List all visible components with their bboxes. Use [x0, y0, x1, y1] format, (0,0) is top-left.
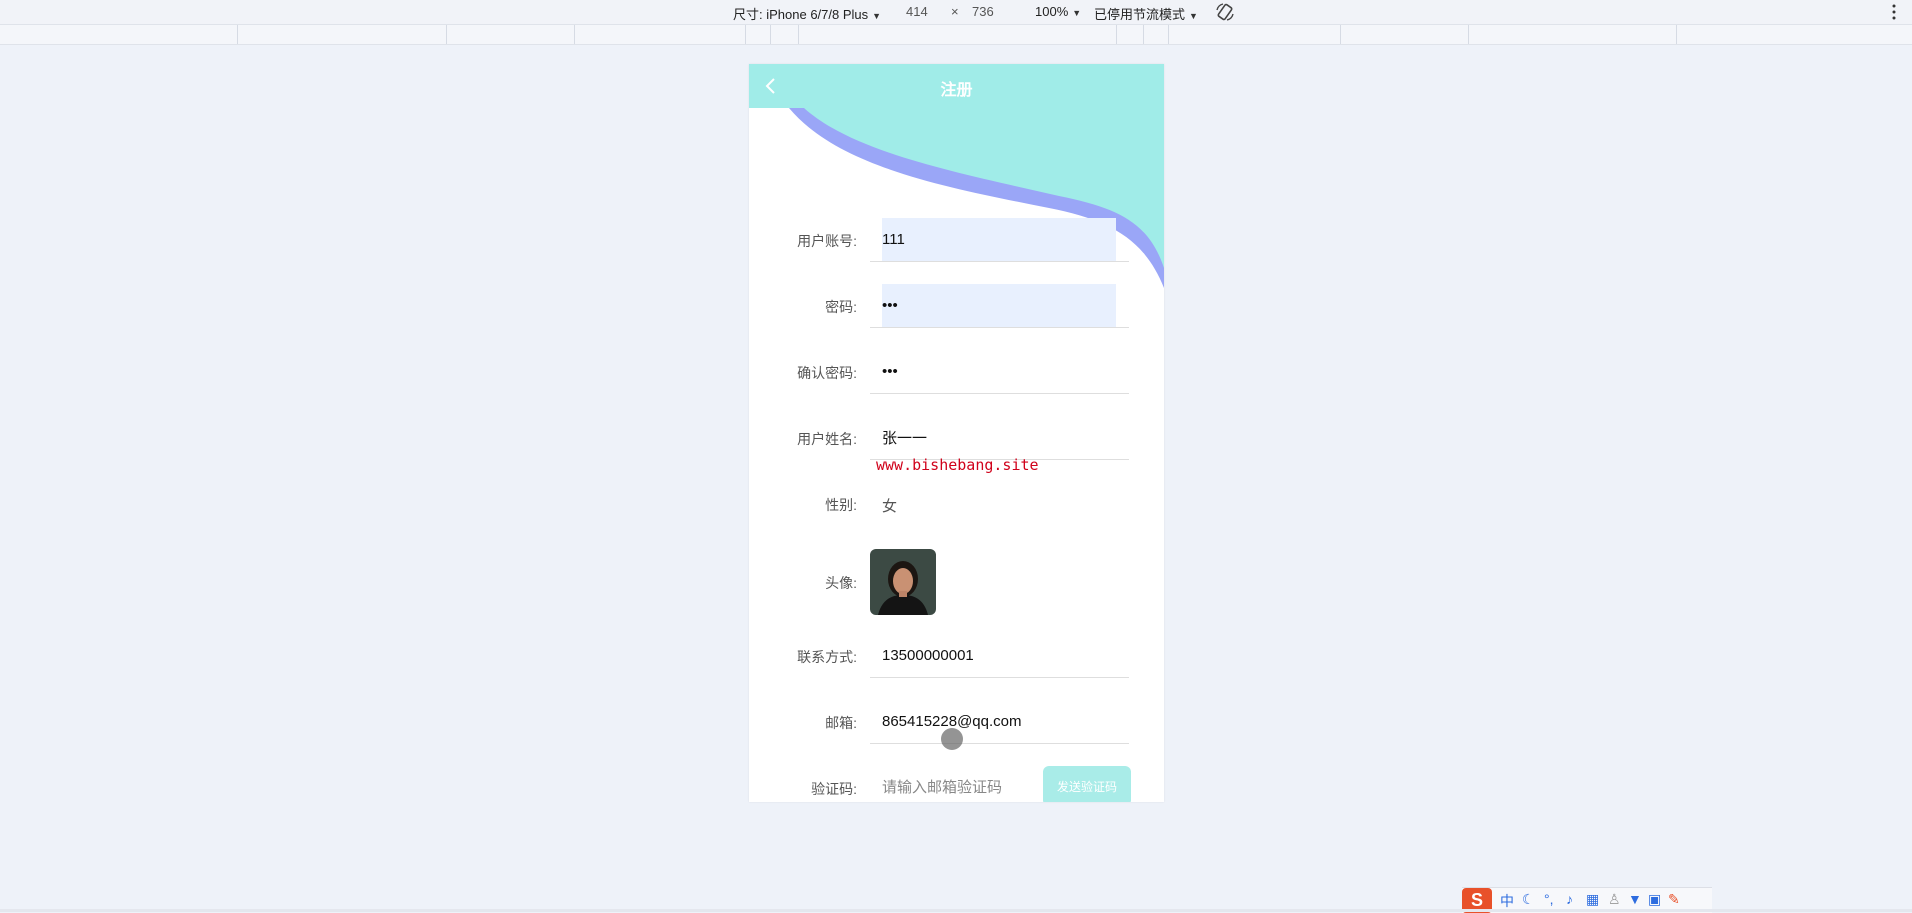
touch-cursor — [941, 728, 963, 750]
device-select[interactable]: 尺寸: iPhone 6/7/8 Plus ▼ — [733, 4, 881, 23]
name-label: 用户姓名: — [797, 431, 857, 447]
zoom-select[interactable]: 100% ▼ — [1035, 4, 1081, 19]
phone-row: 联系方式: — [749, 634, 1164, 678]
caret-down-icon: ▼ — [1189, 11, 1198, 21]
ruler-tick — [1676, 25, 1677, 44]
password-row: 密码: — [749, 284, 1164, 328]
account-field — [870, 218, 1129, 262]
ruler-tick — [237, 25, 238, 44]
name-input[interactable] — [882, 416, 1116, 459]
throttle-label: 已停用节流模式 — [1094, 7, 1186, 22]
phone-field — [870, 634, 1129, 678]
avatar-upload[interactable] — [870, 549, 936, 615]
ime-mode[interactable]: 中 — [1500, 891, 1514, 911]
zoom-label: 100% — [1035, 4, 1069, 19]
caret-down-icon: ▼ — [1072, 8, 1082, 18]
name-row: 用户姓名: — [749, 416, 1164, 460]
password-input[interactable] — [882, 284, 1116, 327]
skin-icon[interactable]: ▼ — [1628, 891, 1642, 907]
password-label: 密码: — [825, 299, 857, 315]
email-input[interactable] — [882, 700, 1116, 743]
ruler-tick — [1168, 25, 1169, 44]
phone-label: 联系方式: — [797, 649, 857, 665]
ruler-tick — [574, 25, 575, 44]
confirm-password-input[interactable] — [882, 350, 1116, 393]
code-input[interactable] — [882, 766, 1032, 802]
ruler-tick — [1143, 25, 1144, 44]
code-label: 验证码: — [811, 781, 857, 797]
device-label: 尺寸: iPhone 6/7/8 Plus — [733, 7, 869, 22]
microphone-icon[interactable]: ♪ — [1566, 891, 1573, 907]
send-code-button[interactable]: 发送验证码 — [1043, 766, 1131, 802]
account-row: 用户账号: — [749, 218, 1164, 262]
ruler-tick — [446, 25, 447, 44]
rotate-icon[interactable] — [1215, 2, 1235, 22]
apps-icon[interactable]: ▣ — [1648, 891, 1661, 908]
account-label: 用户账号: — [797, 233, 857, 249]
ruler-tick — [1340, 25, 1341, 44]
ruler-tick — [770, 25, 771, 44]
avatar-label: 头像: — [825, 575, 857, 591]
tools-icon[interactable]: ✎ — [1668, 891, 1680, 908]
media-query-ruler — [0, 25, 1912, 45]
confirm-password-label: 确认密码: — [797, 365, 857, 381]
keyboard-icon[interactable]: ▦ — [1586, 891, 1599, 908]
ruler-tick — [798, 25, 799, 44]
header-wave-decoration — [789, 108, 1164, 288]
ruler-tick — [1116, 25, 1117, 44]
code-field — [870, 766, 1032, 802]
page-title: 注册 — [940, 82, 973, 99]
code-row: 验证码: 发送验证码 — [749, 766, 1164, 802]
confirm-password-field — [870, 350, 1129, 394]
ruler-tick — [745, 25, 746, 44]
email-label: 邮箱: — [825, 715, 857, 731]
gender-row: 性别: 女 — [749, 482, 1164, 526]
punctuation-icon[interactable]: °, — [1544, 891, 1554, 907]
avatar-image — [870, 549, 936, 615]
email-field — [870, 700, 1129, 744]
ruler-tick — [1468, 25, 1469, 44]
password-field — [870, 284, 1129, 328]
gender-label: 性别: — [825, 497, 857, 513]
avatar-row: 头像: — [749, 549, 1164, 615]
devtools-toolbar: 尺寸: iPhone 6/7/8 Plus ▼ 414 × 736 100% ▼ 已… — [0, 0, 1912, 25]
confirm-password-row: 确认密码: — [749, 350, 1164, 394]
name-field — [870, 416, 1129, 460]
moon-icon[interactable]: ☾ — [1522, 891, 1535, 908]
times-sign: × — [951, 4, 959, 19]
throttle-select[interactable]: 已停用节流模式 ▼ — [1094, 4, 1198, 23]
account-input[interactable] — [882, 218, 1116, 261]
caret-down-icon: ▼ — [872, 11, 882, 21]
height-input[interactable]: 736 — [972, 4, 994, 19]
watermark-text: www.bishebang.site — [876, 456, 1039, 474]
gender-picker[interactable]: 女 — [882, 495, 897, 516]
width-input[interactable]: 414 — [906, 4, 928, 19]
phone-input[interactable] — [882, 634, 1116, 677]
user-icon[interactable]: ♙ — [1608, 891, 1621, 908]
more-vertical-icon[interactable] — [1890, 2, 1898, 22]
phone-viewport: 注册 用户账号: 密码: 确认密码: 用户姓名: www.bishebang.s… — [749, 64, 1164, 802]
header-bar: 注册 — [749, 64, 1164, 108]
